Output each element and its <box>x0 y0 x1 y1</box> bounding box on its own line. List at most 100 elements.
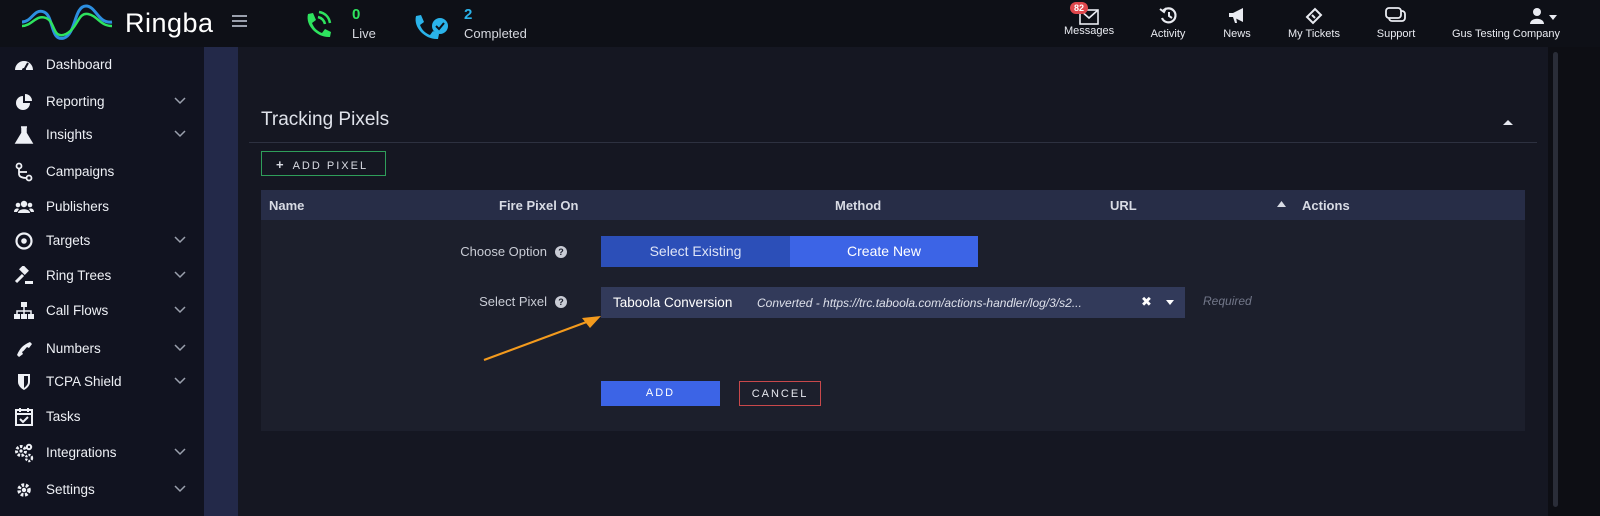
cancel-button[interactable]: CANCEL <box>739 381 821 406</box>
sidebar-item-settings[interactable]: Settings <box>0 475 204 505</box>
selected-pixel-name: Taboola Conversion <box>613 295 733 310</box>
selected-pixel-detail: Converted - https://trc.taboola.com/acti… <box>757 296 1082 310</box>
sidebar-item-call-flows[interactable]: Call Flows <box>0 296 204 326</box>
column-header-method[interactable]: Method <box>835 198 881 213</box>
sidebar-item-label: Campaigns <box>46 164 115 179</box>
campaign-branch-icon <box>15 162 33 182</box>
pixel-select-dropdown[interactable]: Taboola Conversion Converted - https://t… <box>601 287 1185 318</box>
live-phone-icon <box>307 10 332 38</box>
sidebar-item-insights[interactable]: Insights <box>0 120 204 150</box>
completed-calls-stat[interactable]: 2 Completed <box>412 4 562 44</box>
gear-icon <box>17 483 31 497</box>
sidebar-item-integrations[interactable]: Integrations <box>0 438 204 468</box>
live-calls-stat[interactable]: 0 Live <box>300 4 420 44</box>
column-header-fire-pixel-on[interactable]: Fire Pixel On <box>499 198 578 213</box>
sidebar-item-ring-trees[interactable]: Ring Trees <box>0 261 204 291</box>
chevron-down-icon <box>174 448 186 456</box>
sidebar-item-tasks[interactable]: Tasks <box>0 402 204 432</box>
calendar-check-icon <box>15 408 33 426</box>
chevron-down-icon <box>174 271 186 279</box>
add-button[interactable]: ADD <box>601 381 720 406</box>
column-header-actions: Actions <box>1302 198 1350 213</box>
content-side-strip <box>204 47 238 516</box>
sidebar-item-campaigns[interactable]: Campaigns <box>0 157 204 187</box>
menu-toggle-icon[interactable] <box>232 15 247 27</box>
sidebar-item-label: Dashboard <box>46 57 113 72</box>
add-pixel-button[interactable]: + ADD PIXEL <box>261 151 386 176</box>
help-icon[interactable]: ? <box>555 246 567 258</box>
sidebar-item-publishers[interactable]: Publishers <box>0 192 204 222</box>
users-icon <box>14 200 34 213</box>
collapse-caret-icon[interactable] <box>1502 118 1514 126</box>
sidebar-item-label: Numbers <box>46 341 101 356</box>
help-icon[interactable]: ? <box>555 296 567 308</box>
nav-support-label: Support <box>1376 28 1416 40</box>
nav-support[interactable]: Support <box>1372 6 1420 40</box>
required-hint: Required <box>1203 294 1252 308</box>
select-existing-option[interactable]: Select Existing <box>601 236 790 267</box>
chevron-down-icon <box>174 236 186 244</box>
user-icon <box>1530 8 1544 24</box>
completed-phone-icon <box>415 15 448 40</box>
sidebar: Dashboard Reporting Insights Campaigns P… <box>0 47 204 516</box>
sitemap-icon <box>14 302 34 319</box>
nav-activity[interactable]: Activity <box>1146 6 1190 40</box>
chevron-down-icon <box>174 485 186 493</box>
history-icon <box>1158 7 1177 24</box>
select-pixel-label: Select Pixel <box>479 294 547 309</box>
nav-account-label: Gus Testing Company <box>1451 28 1561 40</box>
sidebar-item-label: Tasks <box>46 409 81 424</box>
dashboard-icon <box>15 61 33 72</box>
section-divider <box>249 142 1537 143</box>
sidebar-item-label: Targets <box>46 233 91 248</box>
column-header-name[interactable]: Name <box>269 198 304 213</box>
chat-icon <box>1385 7 1406 22</box>
chevron-down-icon <box>174 377 186 385</box>
chevron-down-icon <box>174 97 186 105</box>
brand-name: Ringba <box>125 8 214 38</box>
ticket-icon <box>1305 7 1323 25</box>
sidebar-item-targets[interactable]: Targets <box>0 226 204 256</box>
live-label: Live <box>352 26 376 41</box>
choose-option-label: Choose Option <box>460 244 547 259</box>
completed-count: 2 <box>464 6 473 23</box>
cogs-icon <box>15 443 34 463</box>
table-header: Name Fire Pixel On Method URL Actions <box>261 190 1525 220</box>
messages-badge: 82 <box>1070 2 1089 14</box>
nav-activity-label: Activity <box>1150 28 1186 40</box>
top-bar: Ringba 0 Live 2 Completed 82 Messages Ac… <box>0 0 1600 47</box>
nav-messages[interactable]: 82 Messages <box>1064 2 1115 37</box>
chevron-down-icon <box>174 130 186 138</box>
completed-label: Completed <box>464 26 527 41</box>
megaphone-icon <box>1229 8 1243 23</box>
nav-my-tickets-label: My Tickets <box>1288 28 1340 40</box>
clear-selection-icon[interactable]: ✖ <box>1141 294 1152 310</box>
sidebar-item-reporting[interactable]: Reporting <box>0 87 204 117</box>
sidebar-item-label: Ring Trees <box>46 268 112 283</box>
live-count: 0 <box>352 6 361 23</box>
sidebar-item-label: TCPA Shield <box>46 374 122 389</box>
dropdown-caret-icon[interactable] <box>1166 300 1174 305</box>
section-title: Tracking Pixels <box>261 109 390 130</box>
add-pixel-label: ADD PIXEL <box>292 160 369 172</box>
ringba-logo[interactable]: Ringba <box>20 2 213 44</box>
sidebar-item-label: Integrations <box>46 445 117 460</box>
chevron-down-icon <box>174 344 186 352</box>
nav-news[interactable]: News <box>1220 6 1254 40</box>
account-caret-icon <box>1549 15 1557 20</box>
shield-icon <box>18 374 30 390</box>
nav-news-label: News <box>1223 28 1251 40</box>
page-scrollbar[interactable] <box>1553 52 1558 507</box>
column-header-url[interactable]: URL <box>1110 198 1137 213</box>
flask-icon <box>14 126 34 144</box>
nav-messages-label: Messages <box>1064 25 1115 37</box>
sidebar-item-dashboard[interactable]: Dashboard <box>0 50 204 80</box>
sidebar-item-label: Reporting <box>46 94 105 109</box>
nav-account[interactable]: Gus Testing Company <box>1450 6 1562 40</box>
sort-ascending-icon[interactable] <box>1277 201 1286 207</box>
create-new-option[interactable]: Create New <box>790 236 978 267</box>
sidebar-item-tcpa-shield[interactable]: TCPA Shield <box>0 367 204 397</box>
annotation-arrow-icon <box>483 316 601 362</box>
nav-my-tickets[interactable]: My Tickets <box>1284 6 1344 40</box>
sidebar-item-numbers[interactable]: Numbers <box>0 334 204 364</box>
